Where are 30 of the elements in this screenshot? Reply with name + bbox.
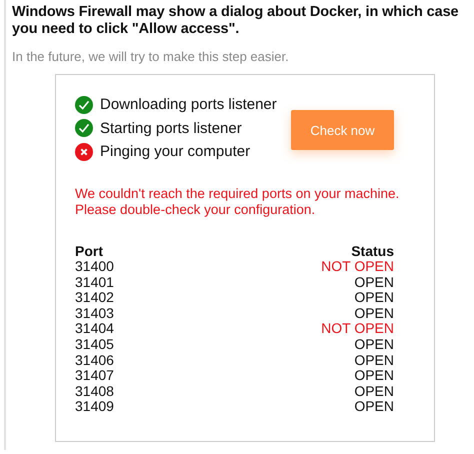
column-header: Port: [75, 244, 103, 260]
table-cell: 31400: [75, 259, 114, 275]
table-cell: OPEN: [354, 337, 394, 353]
table-cell: NOT OPEN: [321, 321, 394, 338]
step-label: Starting ports listener: [100, 120, 242, 137]
table-cell: OPEN: [354, 274, 394, 290]
instruction-text: Windows Firewall may show a dialog about Docker, in which case: [12, 4, 460, 21]
table-cell: 31407: [75, 368, 114, 384]
table-cell: 31408: [75, 384, 114, 400]
table-cell: OPEN: [354, 352, 394, 368]
table-cell: OPEN: [354, 368, 394, 384]
table-cell: 31402: [75, 290, 114, 306]
step-label: Downloading ports listener: [100, 96, 277, 114]
table-cell: 31403: [75, 306, 114, 322]
table-cell: 31409: [75, 399, 114, 416]
table-cell: OPEN: [354, 306, 394, 322]
column-header: Status: [351, 244, 394, 260]
table-cell: OPEN: [354, 384, 394, 400]
table-cell: 31406: [75, 352, 114, 368]
table-cell: OPEN: [354, 290, 394, 306]
table-cell: 31404: [75, 321, 114, 338]
table-cell: OPEN: [354, 399, 394, 416]
table-cell: NOT OPEN: [321, 259, 394, 275]
step-label: Pinging your computer: [100, 143, 250, 160]
table-cell: 31401: [75, 274, 114, 290]
note-text: In the future, we will try to make this step easier.: [12, 49, 290, 64]
check-now-button[interactable]: Check now: [291, 110, 394, 150]
instruction-text: you need to click "Allow access".: [12, 21, 240, 38]
table-cell: 31405: [75, 337, 114, 353]
error-text: Please double-check your configuration.: [75, 202, 316, 218]
